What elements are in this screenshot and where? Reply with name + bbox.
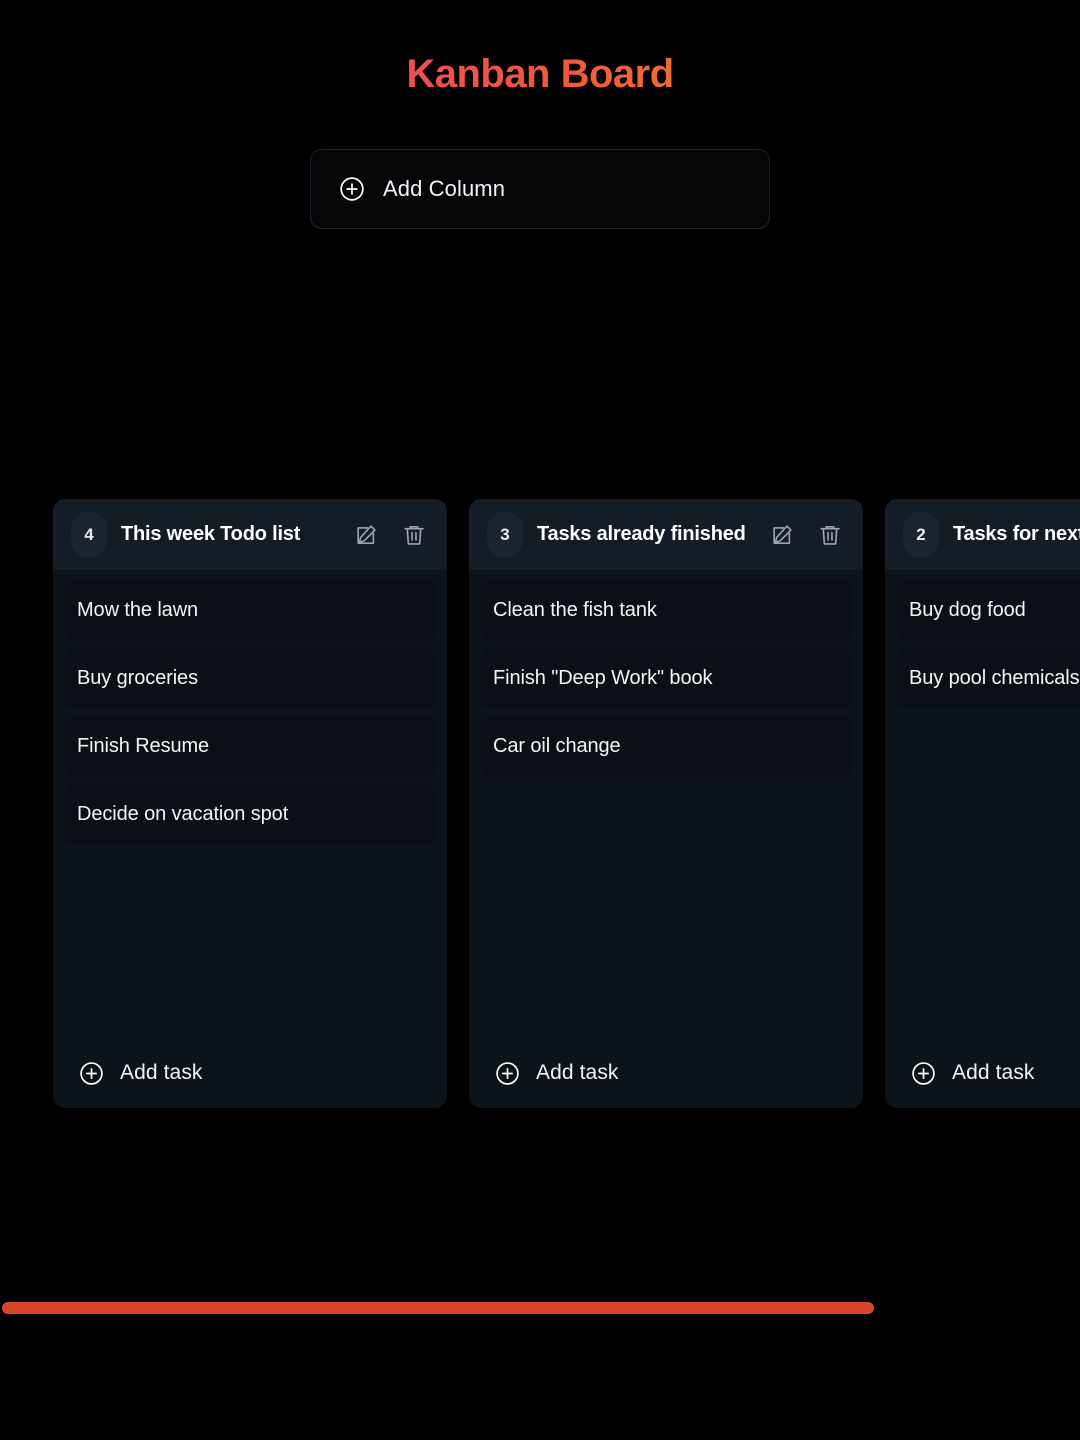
plus-circle-icon [496, 1061, 519, 1085]
task-card[interactable]: Buy dog food [896, 580, 1080, 641]
add-column-label: Add Column [383, 176, 506, 201]
column-title[interactable]: Tasks for next week [953, 521, 1080, 548]
task-list: Clean the fish tank Finish "Deep Work" b… [469, 570, 863, 1038]
column-header: 2 Tasks for next week [885, 499, 1080, 570]
column-title[interactable]: This week Todo list [121, 521, 339, 548]
task-card[interactable]: Buy groceries [64, 648, 436, 709]
task-card[interactable]: Car oil change [480, 716, 852, 777]
task-count-badge: 3 [487, 511, 523, 558]
add-task-button[interactable]: Add task [53, 1038, 447, 1108]
kanban-board: 4 This week Todo list Mow the lawn Buy g… [53, 499, 1080, 1108]
column-title[interactable]: Tasks already finished [537, 521, 755, 548]
board-column[interactable]: 4 This week Todo list Mow the lawn Buy g… [53, 499, 447, 1108]
add-task-label: Add task [120, 1061, 203, 1084]
plus-circle-icon [912, 1061, 935, 1085]
edit-pencil-icon[interactable] [769, 521, 795, 549]
board-column[interactable]: 3 Tasks already finished Clean the fish … [469, 499, 863, 1108]
task-card[interactable]: Buy pool chemicals [896, 648, 1080, 709]
column-header: 3 Tasks already finished [469, 499, 863, 570]
task-card[interactable]: Finish Resume [64, 716, 436, 777]
task-count-badge: 4 [71, 511, 107, 558]
column-actions [769, 521, 847, 549]
task-card[interactable]: Decide on vacation spot [64, 784, 436, 845]
trash-icon[interactable] [817, 521, 843, 549]
add-column-button[interactable]: Add Column [310, 149, 770, 229]
column-header: 4 This week Todo list [53, 499, 447, 570]
task-count-badge: 2 [903, 511, 939, 558]
task-card[interactable]: Clean the fish tank [480, 580, 852, 641]
add-task-button[interactable]: Add task [885, 1038, 1080, 1108]
page-title: Kanban Board [0, 0, 1080, 98]
add-column-area: Add Column [0, 149, 1080, 229]
plus-circle-icon [80, 1061, 103, 1085]
task-card[interactable]: Mow the lawn [64, 580, 436, 641]
column-actions [353, 521, 431, 549]
task-card[interactable]: Finish "Deep Work" book [480, 648, 852, 709]
task-list: Mow the lawn Buy groceries Finish Resume… [53, 570, 447, 1038]
horizontal-scrollbar-thumb[interactable] [2, 1302, 874, 1314]
horizontal-scrollbar-track[interactable] [0, 1300, 1080, 1316]
add-task-button[interactable]: Add task [469, 1038, 863, 1108]
trash-icon[interactable] [401, 521, 427, 549]
add-task-label: Add task [952, 1061, 1035, 1084]
task-list: Buy dog food Buy pool chemicals [885, 570, 1080, 1038]
board-column[interactable]: 2 Tasks for next week Buy dog food Buy p… [885, 499, 1080, 1108]
edit-pencil-icon[interactable] [353, 521, 379, 549]
add-task-label: Add task [536, 1061, 619, 1084]
plus-circle-icon [340, 177, 364, 201]
